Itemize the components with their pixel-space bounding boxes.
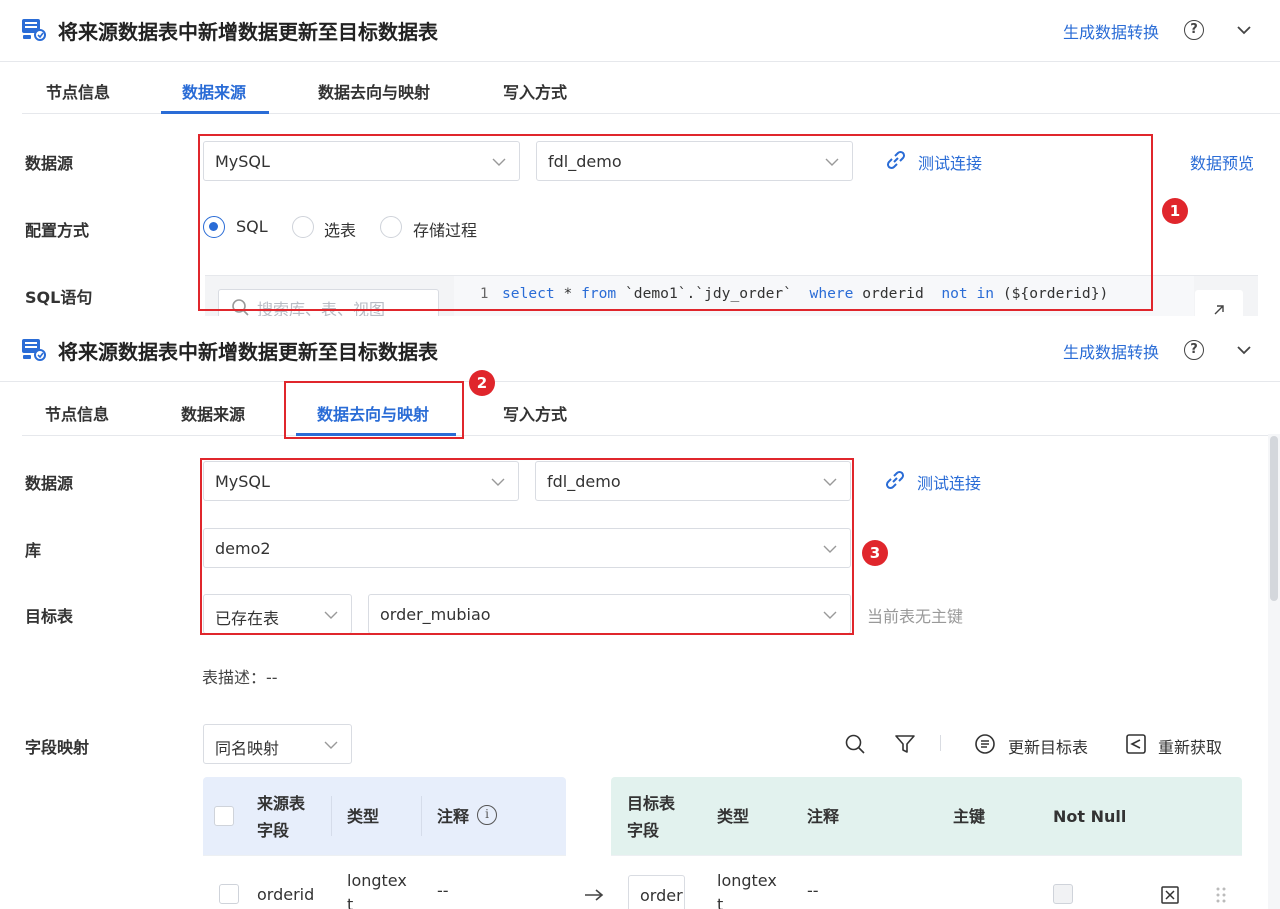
- target-table-label: 目标表: [25, 607, 74, 626]
- panel-source: 将来源数据表中新增数据更新至目标数据表 生成数据转换 ? 节点信息 数据来源 数…: [0, 0, 1280, 316]
- active-tab-indicator: [161, 111, 269, 114]
- step-badge: 2: [469, 370, 495, 396]
- help-icon[interactable]: ?: [1184, 20, 1204, 40]
- expand-icon: [1214, 305, 1224, 315]
- chevron-down-icon[interactable]: [1236, 22, 1252, 38]
- tab-write-mode[interactable]: 写入方式: [503, 79, 567, 103]
- row-checkbox[interactable]: [219, 884, 239, 904]
- table-sync-icon: [22, 339, 46, 361]
- scrollbar-thumb[interactable]: [1270, 436, 1278, 601]
- tab-bar: 节点信息 数据来源 数据去向与映射 写入方式: [22, 384, 1280, 436]
- target-table-header: [611, 777, 1242, 855]
- refetch-button[interactable]: 重新获取: [1158, 734, 1222, 758]
- search-icon[interactable]: [844, 733, 866, 755]
- tab-bar: 节点信息 数据来源 数据去向与映射 写入方式: [22, 62, 1280, 114]
- tab-data-source[interactable]: 数据来源: [181, 401, 245, 425]
- generate-transform-link[interactable]: 生成数据转换: [1063, 19, 1159, 43]
- toolbar-divider: [940, 735, 941, 751]
- panel-header: 将来源数据表中新增数据更新至目标数据表 生成数据转换 ?: [0, 320, 1280, 382]
- source-type: longtex t: [347, 871, 407, 909]
- highlight-box: [284, 381, 464, 439]
- target-type: longtex t: [717, 871, 777, 909]
- step-badge: 1: [1162, 198, 1188, 224]
- column-divider: [421, 796, 422, 836]
- data-preview-link[interactable]: 数据预览: [1190, 150, 1254, 174]
- refresh-icon[interactable]: [1125, 733, 1147, 755]
- update-target-table-button[interactable]: 更新目标表: [1008, 734, 1088, 758]
- table-description: 表描述：--: [202, 668, 278, 687]
- column-header: 目标表 字段: [627, 794, 676, 840]
- tab-destination-mapping[interactable]: 数据去向与映射: [318, 79, 430, 103]
- column-header: 类型: [717, 807, 750, 826]
- update-icon[interactable]: [974, 733, 996, 755]
- step-badge: 3: [862, 540, 888, 566]
- chevron-down-icon[interactable]: [1236, 342, 1252, 358]
- info-icon[interactable]: i: [477, 805, 497, 825]
- column-header: 主键: [953, 807, 986, 826]
- row-divider: [611, 855, 1242, 856]
- column-divider: [331, 796, 332, 836]
- highlight-box: [200, 458, 854, 635]
- select-all-checkbox[interactable]: [214, 806, 234, 826]
- filter-icon[interactable]: [894, 733, 916, 755]
- tab-data-source[interactable]: 数据来源: [182, 79, 246, 103]
- tab-write-mode[interactable]: 写入方式: [503, 401, 567, 425]
- tab-node-info[interactable]: 节点信息: [45, 401, 109, 425]
- datasource-label: 数据源: [25, 154, 74, 173]
- database-label: 库: [25, 541, 42, 560]
- help-icon[interactable]: ?: [1184, 340, 1204, 360]
- source-comment: --: [437, 881, 449, 900]
- drag-handle-icon[interactable]: [1214, 885, 1228, 905]
- link-icon[interactable]: [884, 469, 906, 491]
- panel-destination: 将来源数据表中新增数据更新至目标数据表 生成数据转换 ? 节点信息 数据来源 数…: [0, 318, 1280, 909]
- sql-statement-label: SQL语句: [25, 288, 93, 307]
- column-header: Not Null: [1053, 807, 1127, 826]
- column-header: 类型: [347, 807, 380, 826]
- page-title: 将来源数据表中新增数据更新至目标数据表: [58, 340, 438, 364]
- select-value: 同名映射: [215, 739, 280, 758]
- arrow-right-icon: [585, 889, 604, 901]
- highlight-box: [198, 134, 1153, 311]
- table-sync-icon: [22, 19, 46, 41]
- column-header: 来源表 字段: [257, 794, 306, 840]
- no-primary-key-hint: 当前表无主键: [867, 607, 964, 626]
- datasource-label: 数据源: [25, 474, 74, 493]
- row-divider: [203, 855, 566, 856]
- tab-node-info[interactable]: 节点信息: [46, 79, 110, 103]
- chevron-down-icon: [324, 741, 338, 749]
- mapping-mode-select[interactable]: 同名映射: [203, 724, 352, 764]
- generate-transform-link[interactable]: 生成数据转换: [1063, 339, 1159, 363]
- config-mode-label: 配置方式: [25, 221, 90, 240]
- panel-header: 将来源数据表中新增数据更新至目标数据表 生成数据转换 ?: [0, 0, 1280, 62]
- target-field-input[interactable]: orderid: [628, 875, 685, 909]
- not-null-checkbox[interactable]: [1053, 884, 1073, 904]
- target-comment: --: [807, 881, 819, 900]
- expand-editor-button[interactable]: [1195, 290, 1243, 316]
- page-title: 将来源数据表中新增数据更新至目标数据表: [58, 20, 438, 44]
- column-header: 注释: [437, 807, 470, 826]
- test-connection-link[interactable]: 测试连接: [917, 470, 981, 494]
- source-field: orderid: [257, 885, 315, 904]
- column-header: 注释: [807, 807, 840, 826]
- delete-icon[interactable]: [1160, 885, 1180, 905]
- input-value: orderid: [640, 886, 684, 905]
- field-mapping-label: 字段映射: [25, 738, 90, 757]
